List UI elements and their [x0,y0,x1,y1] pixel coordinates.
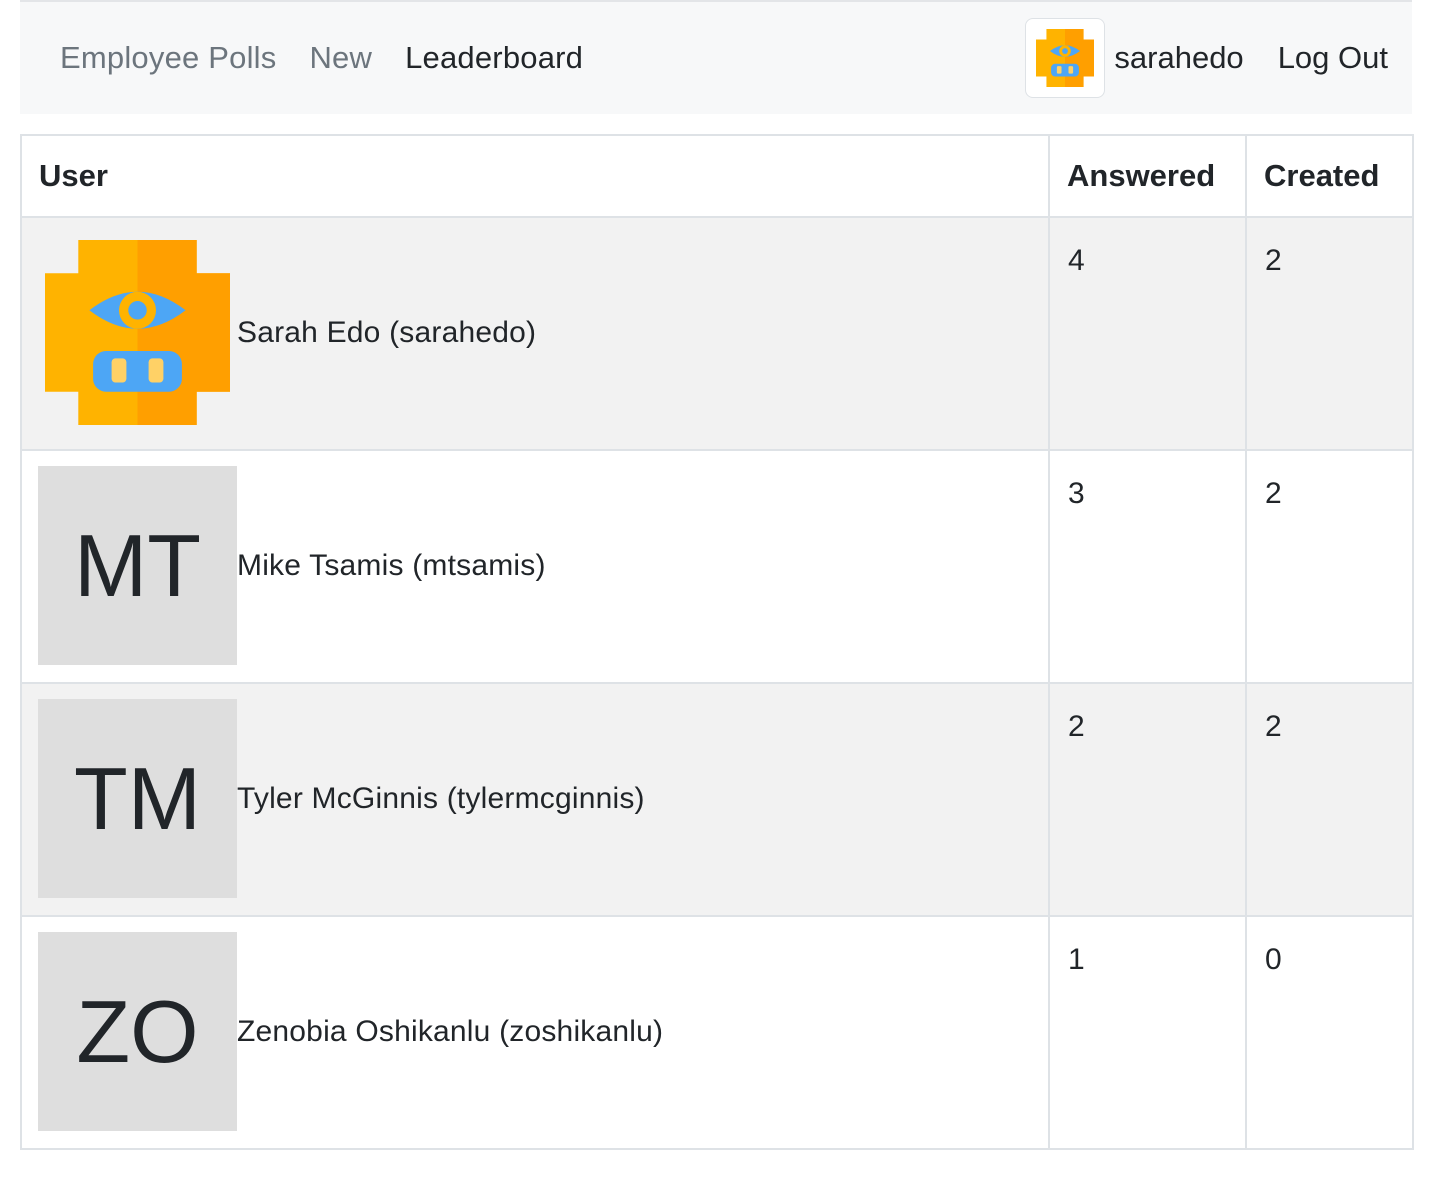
answered-count: 4 [1068,244,1085,277]
answered-cell: 4 [1048,216,1247,451]
nav-links: Employee Polls New Leaderboard [60,2,616,114]
user-name: Mike Tsamis (mtsamis) [237,548,546,582]
avatar: ZO [38,932,237,1131]
user-name: Tyler McGinnis (tylermcginnis) [237,781,645,815]
column-header-answered: Answered [1048,134,1247,218]
created-count: 2 [1265,710,1282,743]
table-row: Sarah Edo (sarahedo) 4 2 [20,216,1414,451]
created-count: 2 [1265,244,1282,277]
column-header-user: User [20,134,1050,218]
table-row: ZO Zenobia Oshikanlu (zoshikanlu) 1 0 [20,915,1414,1150]
user-cell: MT Mike Tsamis (mtsamis) [20,449,1050,684]
user-name: Zenobia Oshikanlu (zoshikanlu) [237,1014,664,1048]
user-cell: TM Tyler McGinnis (tylermcginnis) [20,682,1050,917]
answered-count: 3 [1068,477,1085,510]
leaderboard-table: User Answered Created Sarah Edo (sarahed… [20,134,1414,1150]
nav-link-leaderboard[interactable]: Leaderboard [405,40,583,76]
user-cell: Sarah Edo (sarahedo) [20,216,1050,451]
created-cell: 2 [1245,216,1414,451]
table-row: MT Mike Tsamis (mtsamis) 3 2 [20,449,1414,684]
user-name: Sarah Edo (sarahedo) [237,315,537,349]
avatar: TM [38,699,237,898]
created-cell: 0 [1245,915,1414,1150]
user-avatar [1025,18,1106,98]
nav-user-area: sarahedo Log Out [1025,2,1388,114]
answered-cell: 3 [1048,449,1247,684]
robot-avatar-icon [1036,29,1095,87]
created-cell: 2 [1245,449,1414,684]
logout-button[interactable]: Log Out [1278,40,1388,76]
robot-avatar-icon [45,240,230,425]
created-count: 2 [1265,477,1282,510]
nav-link-new[interactable]: New [309,40,372,76]
avatar: MT [38,466,237,665]
table-header-row: User Answered Created [20,134,1414,218]
created-count: 0 [1265,943,1282,976]
answered-count: 1 [1068,943,1085,976]
nav-username: sarahedo [1114,40,1244,75]
avatar [38,233,237,432]
answered-cell: 2 [1048,682,1247,917]
answered-cell: 1 [1048,915,1247,1150]
created-cell: 2 [1245,682,1414,917]
navbar: Employee Polls New Leaderboard sarahedo … [20,2,1412,114]
user-cell: ZO Zenobia Oshikanlu (zoshikanlu) [20,915,1050,1150]
column-header-created: Created [1245,134,1414,218]
table-row: TM Tyler McGinnis (tylermcginnis) 2 2 [20,682,1414,917]
answered-count: 2 [1068,710,1085,743]
nav-link-home[interactable]: Employee Polls [60,40,276,76]
